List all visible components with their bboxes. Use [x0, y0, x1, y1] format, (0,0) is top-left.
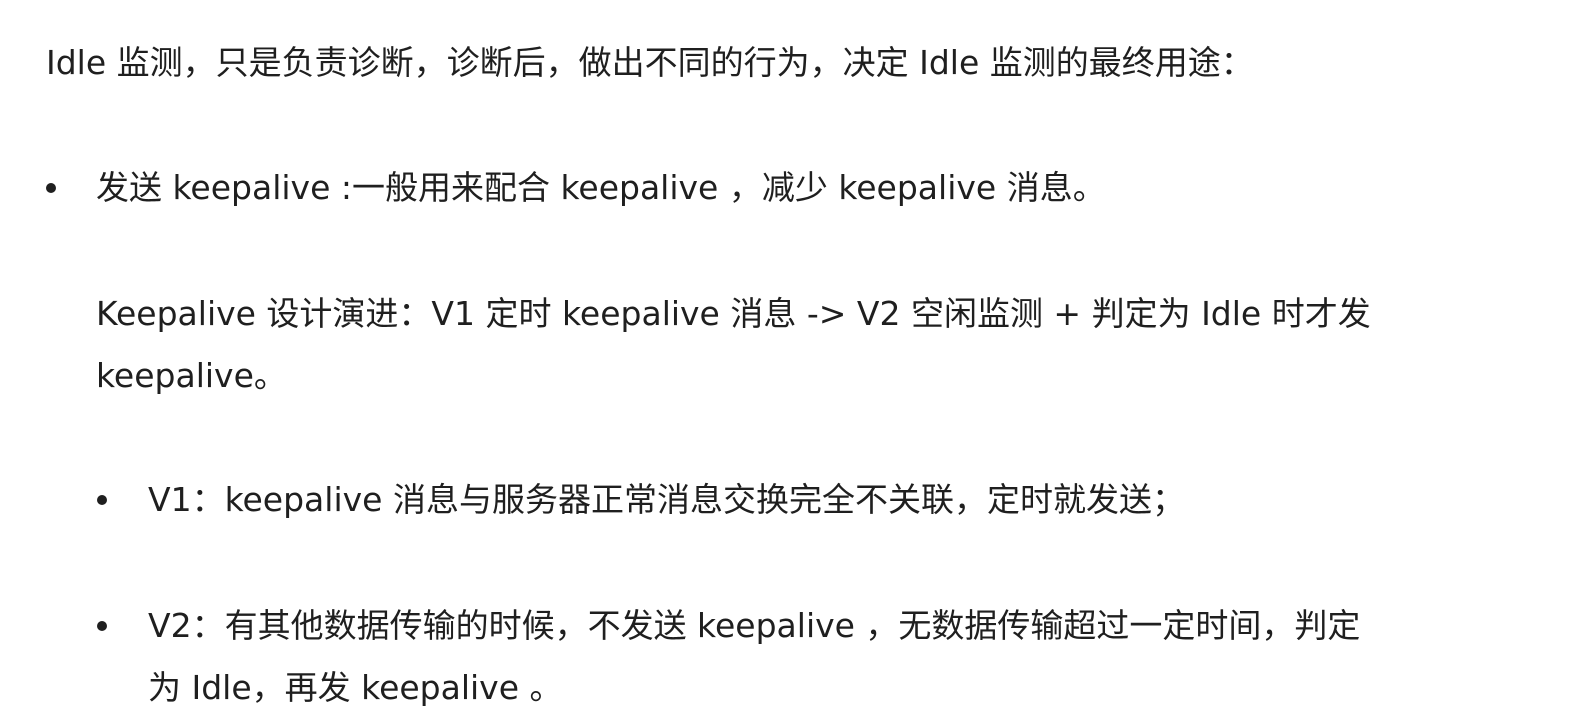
- list-item-v1: V1：keepalive 消息与服务器正常消息交换完全不关联，定时就发送；: [148, 480, 1185, 519]
- list-item-v2-line-2: 为 Idle，再发 keepalive 。: [148, 668, 563, 707]
- evolution-line-1: Keepalive 设计演进：V1 定时 keepalive 消息 -> V2 …: [96, 294, 1371, 333]
- bullet-dot: [97, 495, 107, 505]
- list-item-send-keepalive: 发送 keepalive :一般用来配合 keepalive ，减少 keepa…: [96, 168, 1106, 207]
- bullet-dot: [46, 183, 56, 193]
- document-body: Idle 监测，只是负责诊断，诊断后，做出不同的行为，决定 Idle 监测的最终…: [0, 0, 1571, 724]
- evolution-line-2: keepalive。: [96, 356, 287, 395]
- list-item-v2-line-1: V2：有其他数据传输的时候，不发送 keepalive ，无数据传输超过一定时间…: [148, 606, 1361, 645]
- bullet-dot: [97, 621, 107, 631]
- intro-paragraph: Idle 监测，只是负责诊断，诊断后，做出不同的行为，决定 Idle 监测的最终…: [46, 43, 1254, 82]
